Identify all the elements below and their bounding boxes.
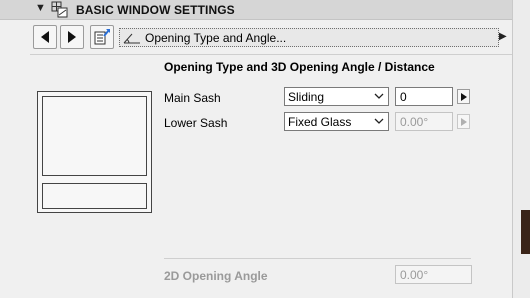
panel-list-button[interactable]	[90, 25, 114, 49]
collapse-arrow-icon[interactable]: ▼	[35, 2, 46, 14]
main-sash-label: Main Sash	[164, 91, 221, 105]
opening-angle-2d-value: 0.00°	[400, 268, 429, 282]
lower-sash-label: Lower Sash	[164, 116, 228, 130]
main-sash-amount-field[interactable]: 0	[395, 87, 453, 106]
triangle-right-icon	[461, 93, 467, 101]
lower-sash-amount-button	[457, 114, 470, 129]
background-edge	[521, 210, 530, 254]
opening-angle-2d-label: 2D Opening Angle	[164, 269, 268, 283]
section-title: Opening Type and 3D Opening Angle / Dist…	[164, 60, 435, 74]
lower-sash-amount-field: 0.00°	[395, 112, 453, 131]
panel-selector-label: Opening Type and Angle...	[145, 31, 287, 45]
main-sash-amount-value: 0	[400, 90, 407, 104]
triangle-right-icon[interactable]: ▶	[499, 31, 507, 42]
triangle-right-icon	[68, 31, 76, 43]
triangle-left-icon	[41, 31, 49, 43]
divider	[30, 54, 512, 55]
main-sash-preview	[42, 96, 147, 176]
lower-sash-type-value: Fixed Glass	[288, 115, 352, 129]
previous-panel-button[interactable]	[33, 25, 57, 49]
panel-title: BASIC WINDOW SETTINGS	[76, 3, 235, 17]
next-panel-button[interactable]	[60, 25, 84, 49]
lower-sash-preview	[42, 183, 147, 209]
chevron-down-icon	[374, 118, 384, 124]
main-sash-type-select[interactable]: Sliding	[284, 87, 389, 106]
triangle-right-icon	[461, 118, 467, 126]
window-preview	[37, 91, 152, 213]
lower-sash-type-select[interactable]: Fixed Glass	[284, 112, 389, 131]
panel-selector[interactable]: Opening Type and Angle...	[119, 28, 499, 47]
main-sash-type-value: Sliding	[288, 90, 325, 104]
lower-sash-amount-value: 0.00°	[400, 115, 429, 129]
chevron-down-icon	[374, 93, 384, 99]
divider	[164, 258, 471, 259]
opening-angle-2d-field: 0.00°	[395, 265, 472, 284]
window-settings-icon	[51, 1, 68, 18]
panel-list-icon	[94, 29, 110, 45]
main-sash-amount-button[interactable]	[457, 89, 470, 104]
opening-angle-icon	[123, 33, 140, 44]
